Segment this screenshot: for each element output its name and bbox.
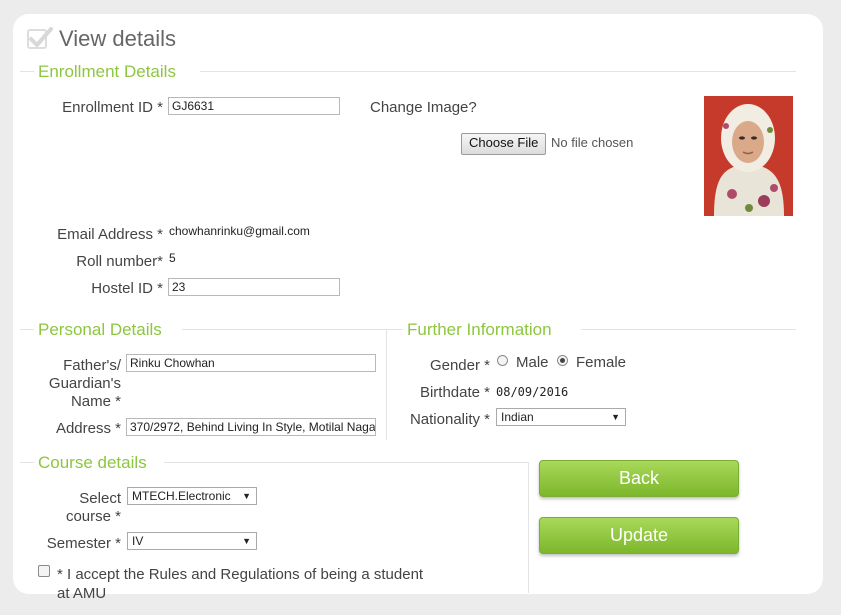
enrollment-id-label: Enrollment ID * bbox=[62, 99, 163, 116]
divider bbox=[20, 71, 34, 72]
back-button[interactable]: Back bbox=[539, 460, 739, 497]
accept-rules-checkbox[interactable] bbox=[38, 565, 50, 577]
update-button[interactable]: Update bbox=[539, 517, 739, 554]
father-name-input[interactable]: Rinku Chowhan bbox=[126, 354, 376, 372]
nationality-value: Indian bbox=[501, 410, 534, 424]
gender-label: Gender * bbox=[429, 357, 490, 374]
select-course-label-line1: Select bbox=[79, 490, 121, 507]
father-name-label-line2: Guardian's bbox=[48, 375, 121, 392]
birthdate-value[interactable]: 08/09/2016 bbox=[496, 385, 568, 399]
gender-female-label: Female bbox=[576, 354, 627, 371]
course-value: MTECH.Electronic bbox=[132, 489, 231, 503]
change-image-label: Change Image? bbox=[370, 99, 477, 116]
personal-section-title: Personal Details bbox=[38, 320, 162, 339]
divider bbox=[200, 71, 796, 72]
divider bbox=[387, 329, 403, 330]
further-section-title: Further Information bbox=[407, 320, 552, 339]
email-label: Email Address * bbox=[57, 226, 163, 243]
choose-file-button[interactable]: Choose File bbox=[461, 133, 547, 155]
page-header: View details bbox=[27, 26, 176, 52]
email-value: chowhanrinku@gmail.com bbox=[169, 224, 310, 238]
roll-number-value: 5 bbox=[169, 251, 176, 265]
page-title: View details bbox=[59, 26, 176, 51]
father-name-label-line3: Name * bbox=[70, 393, 121, 410]
gender-male-label: Male bbox=[516, 354, 549, 371]
select-course-label-line2: course * bbox=[65, 508, 121, 525]
column-divider bbox=[528, 462, 529, 593]
address-label: Address * bbox=[55, 420, 121, 437]
profile-photo bbox=[704, 96, 793, 216]
divider bbox=[20, 329, 34, 330]
course-select[interactable]: MTECH.Electronic ▼ bbox=[127, 487, 257, 505]
hostel-id-input[interactable]: 23 bbox=[168, 278, 340, 296]
semester-label: Semester * bbox=[46, 535, 121, 552]
no-file-text: No file chosen bbox=[551, 135, 634, 150]
course-section-title: Course details bbox=[38, 453, 147, 472]
divider bbox=[182, 329, 386, 330]
triangle-down-icon: ▼ bbox=[242, 536, 251, 546]
father-name-label-line1: Father's/ bbox=[63, 357, 121, 374]
birthdate-label: Birthdate * bbox=[419, 384, 490, 401]
gender-male-radio[interactable] bbox=[497, 355, 508, 366]
checkmark-icon bbox=[27, 27, 53, 49]
hostel-id-label: Hostel ID * bbox=[91, 280, 163, 297]
nationality-label: Nationality * bbox=[409, 411, 490, 428]
semester-value: IV bbox=[132, 534, 144, 548]
divider bbox=[164, 462, 528, 463]
triangle-down-icon: ▼ bbox=[242, 491, 251, 501]
gender-female-radio[interactable] bbox=[557, 355, 568, 366]
column-divider bbox=[386, 329, 387, 440]
enrollment-section-title: Enrollment Details bbox=[38, 62, 176, 81]
nationality-select[interactable]: Indian ▼ bbox=[496, 408, 626, 426]
roll-number-label: Roll number* bbox=[76, 253, 163, 270]
address-input[interactable]: 370/2972, Behind Living In Style, Motila… bbox=[126, 418, 376, 436]
enrollment-id-input[interactable]: GJ6631 bbox=[168, 97, 340, 115]
semester-select[interactable]: IV ▼ bbox=[127, 532, 257, 550]
divider bbox=[581, 329, 796, 330]
divider bbox=[20, 462, 34, 463]
triangle-down-icon: ▼ bbox=[611, 412, 620, 422]
accept-rules-text: * I accept the Rules and Regulations of … bbox=[57, 566, 424, 602]
